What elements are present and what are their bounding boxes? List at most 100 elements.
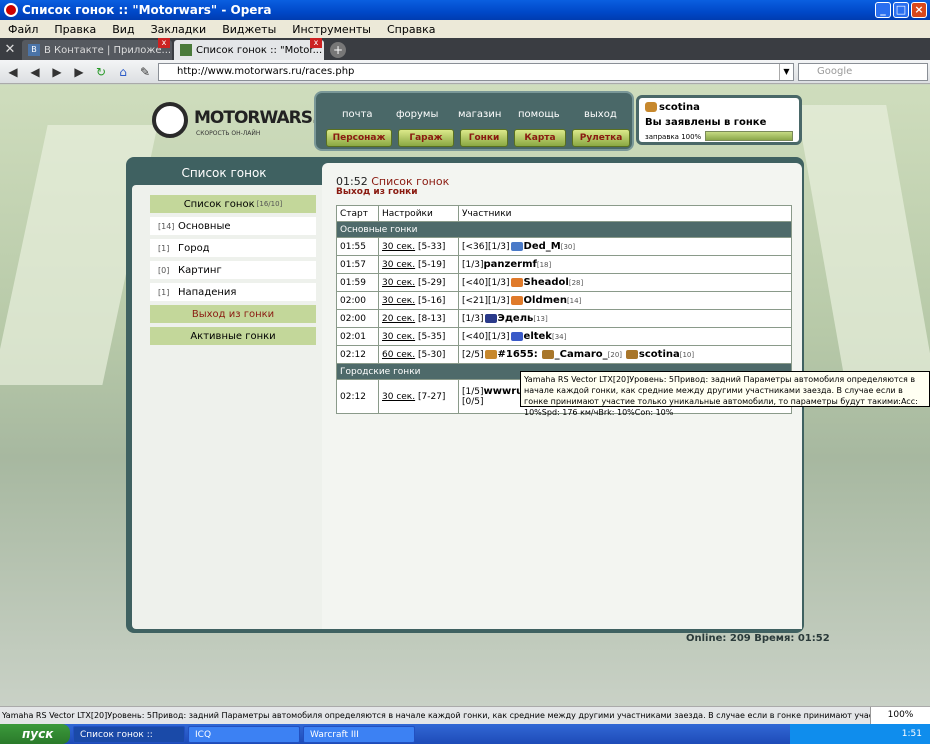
car-icon[interactable] bbox=[510, 278, 523, 287]
participant-name[interactable]: #1655: bbox=[498, 349, 538, 360]
task-warcraft[interactable]: Warcraft III bbox=[303, 725, 415, 743]
participant-name[interactable]: Oldmen bbox=[524, 295, 567, 306]
rewind-icon[interactable]: ◀ bbox=[26, 63, 44, 81]
nav-button-roulette[interactable]: Рулетка bbox=[572, 129, 630, 147]
nav-link-help[interactable]: помощь bbox=[518, 109, 560, 120]
race-settings-link[interactable]: 30 сек. bbox=[382, 278, 415, 288]
participant-level: [10] bbox=[679, 351, 695, 359]
car-icon[interactable] bbox=[484, 314, 497, 323]
sidebar-item[interactable]: [1] Город bbox=[150, 239, 316, 257]
reload-icon[interactable]: ↻ bbox=[92, 63, 110, 81]
car-icon[interactable] bbox=[510, 242, 523, 251]
participant-level: [28] bbox=[568, 279, 584, 287]
menu-file[interactable]: Файл bbox=[0, 23, 46, 36]
race-sidebar: Список гонок [16/10] [14] Основные [1] Город[… bbox=[150, 195, 316, 349]
nav-link-forums[interactable]: форумы bbox=[396, 109, 438, 120]
edit-icon[interactable]: ✎ bbox=[136, 63, 154, 81]
participant-level: [34] bbox=[551, 333, 567, 341]
race-settings-link[interactable]: 30 сек. bbox=[382, 392, 415, 402]
sidebar-item[interactable]: [1] Нападения bbox=[150, 283, 316, 301]
motorwars-icon bbox=[180, 44, 192, 56]
participant-name[interactable]: scotina bbox=[639, 349, 680, 360]
race-settings-link[interactable]: 20 сек. bbox=[382, 314, 415, 324]
site-logo[interactable]: MOTORWARS.RU СКОРОСТЬ ОН-ЛАЙН bbox=[152, 100, 343, 145]
participant-name[interactable]: Эдель bbox=[498, 313, 534, 324]
car-icon[interactable] bbox=[510, 296, 523, 305]
maximize-button[interactable]: □ bbox=[893, 2, 909, 18]
car-icon[interactable] bbox=[625, 350, 638, 359]
tab-bar: ✕ B В Контакте | Приложе... x Список гон… bbox=[0, 38, 930, 60]
menu-tools[interactable]: Инструменты bbox=[284, 23, 379, 36]
address-dropdown-icon[interactable]: ▼ bbox=[779, 64, 793, 80]
menu-help[interactable]: Справка bbox=[379, 23, 443, 36]
menu-widgets[interactable]: Виджеты bbox=[214, 23, 284, 36]
nav-button-map[interactable]: Карта bbox=[514, 129, 566, 147]
race-settings-link[interactable]: 30 сек. bbox=[382, 260, 415, 270]
back-icon[interactable]: ◀ bbox=[4, 63, 22, 81]
car-icon[interactable] bbox=[510, 332, 523, 341]
forward-icon[interactable]: ▶ bbox=[48, 63, 66, 81]
zoom-control[interactable]: 100% bbox=[870, 707, 930, 724]
race-settings-link[interactable]: 30 сек. bbox=[382, 296, 415, 306]
minimize-button[interactable]: _ bbox=[875, 2, 891, 18]
race-slots: [<21][1/3] bbox=[462, 296, 510, 306]
nav-button-races[interactable]: Гонки bbox=[460, 129, 508, 147]
sidebar-item[interactable]: Выход из гонки bbox=[150, 305, 316, 323]
fast-forward-icon[interactable]: ▶ bbox=[70, 63, 88, 81]
column-header: Старт bbox=[336, 205, 379, 222]
tab-close-icon[interactable]: x bbox=[158, 38, 170, 48]
race-row[interactable]: 02:00 30 сек. [5-16] [<21][1/3] Oldmen[14] bbox=[336, 291, 792, 310]
menu-edit[interactable]: Правка bbox=[46, 23, 104, 36]
car-icon[interactable] bbox=[484, 350, 497, 359]
tab-motorwars[interactable]: Список гонок :: "Motor... x bbox=[174, 38, 324, 60]
task-icq[interactable]: ICQ bbox=[188, 725, 300, 743]
search-placeholder: Google bbox=[817, 66, 853, 77]
race-settings-link[interactable]: 60 сек. bbox=[382, 350, 415, 360]
new-tab-button[interactable]: + bbox=[330, 42, 346, 58]
participant-name[interactable]: panzermf bbox=[484, 259, 537, 270]
participant-name[interactable]: eltek bbox=[524, 331, 552, 342]
sidebar-item[interactable]: Активные гонки bbox=[150, 327, 316, 345]
menu-view[interactable]: Вид bbox=[104, 23, 142, 36]
race-row[interactable]: 02:01 30 сек. [5-35] [<40][1/3] eltek[34] bbox=[336, 327, 792, 346]
sidebar-item[interactable]: Список гонок [16/10] bbox=[150, 195, 316, 213]
nav-button-character[interactable]: Персонаж bbox=[326, 129, 392, 147]
race-settings-link[interactable]: 30 сек. bbox=[382, 332, 415, 342]
nav-link-shop[interactable]: магазин bbox=[458, 109, 501, 120]
user-name[interactable]: scotina bbox=[659, 102, 700, 113]
tab-close-icon[interactable]: x bbox=[310, 38, 322, 48]
participant-name[interactable]: Ded_M bbox=[524, 241, 561, 252]
tools-icon[interactable]: ✕ bbox=[0, 40, 20, 60]
race-row[interactable]: 02:00 20 сек. [8-13] [1/3] Эдель[13] bbox=[336, 309, 792, 328]
home-icon[interactable]: ⌂ bbox=[114, 63, 132, 81]
race-settings-link[interactable]: 30 сек. bbox=[382, 242, 415, 252]
race-start-time: 01:55 bbox=[340, 241, 366, 252]
address-field[interactable]: http://www.motorwars.ru/races.php ▼ bbox=[158, 63, 794, 81]
race-level-range: [5-29] bbox=[417, 277, 446, 288]
sidebar-item-label: Нападения bbox=[178, 286, 237, 298]
sidebar-item[interactable]: [0] Картинг bbox=[150, 261, 316, 279]
start-button[interactable]: пуск bbox=[0, 724, 70, 744]
tab-vkontakte[interactable]: B В Контакте | Приложе... x bbox=[22, 38, 172, 60]
participant-name[interactable]: _Camaro_ bbox=[555, 349, 608, 360]
sidebar-item-label: Список гонок bbox=[183, 198, 255, 210]
race-start-time: 02:12 bbox=[340, 349, 366, 360]
search-input[interactable]: Google bbox=[798, 63, 928, 81]
race-row[interactable]: 01:57 30 сек. [5-19] [1/3]panzermf[18] bbox=[336, 255, 792, 274]
car-icon[interactable] bbox=[541, 350, 554, 359]
participant-name[interactable]: Sheadol bbox=[524, 277, 569, 288]
menu-bookmarks[interactable]: Закладки bbox=[143, 23, 215, 36]
nav-button-garage[interactable]: Гараж bbox=[398, 129, 454, 147]
sidebar-item[interactable]: [14] Основные bbox=[150, 217, 316, 235]
status-bar: Yamaha RS Vector LTX[20]Уровень: 5Привод… bbox=[0, 706, 930, 724]
nav-link-mail[interactable]: почта bbox=[342, 109, 373, 120]
sidebar-item-count: [1] bbox=[158, 243, 170, 253]
race-row[interactable]: 02:12 60 сек. [5-30] [2/5] #1655: _Camaro_[… bbox=[336, 345, 792, 364]
nav-link-exit[interactable]: выход bbox=[584, 109, 617, 120]
race-row[interactable]: 01:55 30 сек. [5-33] [<36][1/3] Ded_M[30] bbox=[336, 237, 792, 256]
task-opera[interactable]: Список гонок :: "Mot... bbox=[73, 725, 185, 743]
race-row[interactable]: 01:59 30 сек. [5-29] [<40][1/3] Sheadol[28] bbox=[336, 273, 792, 292]
close-button[interactable]: × bbox=[911, 2, 927, 18]
exit-race-link[interactable]: Выход из гонки bbox=[336, 187, 418, 197]
tab-label: В Контакте | Приложе... bbox=[44, 44, 172, 56]
